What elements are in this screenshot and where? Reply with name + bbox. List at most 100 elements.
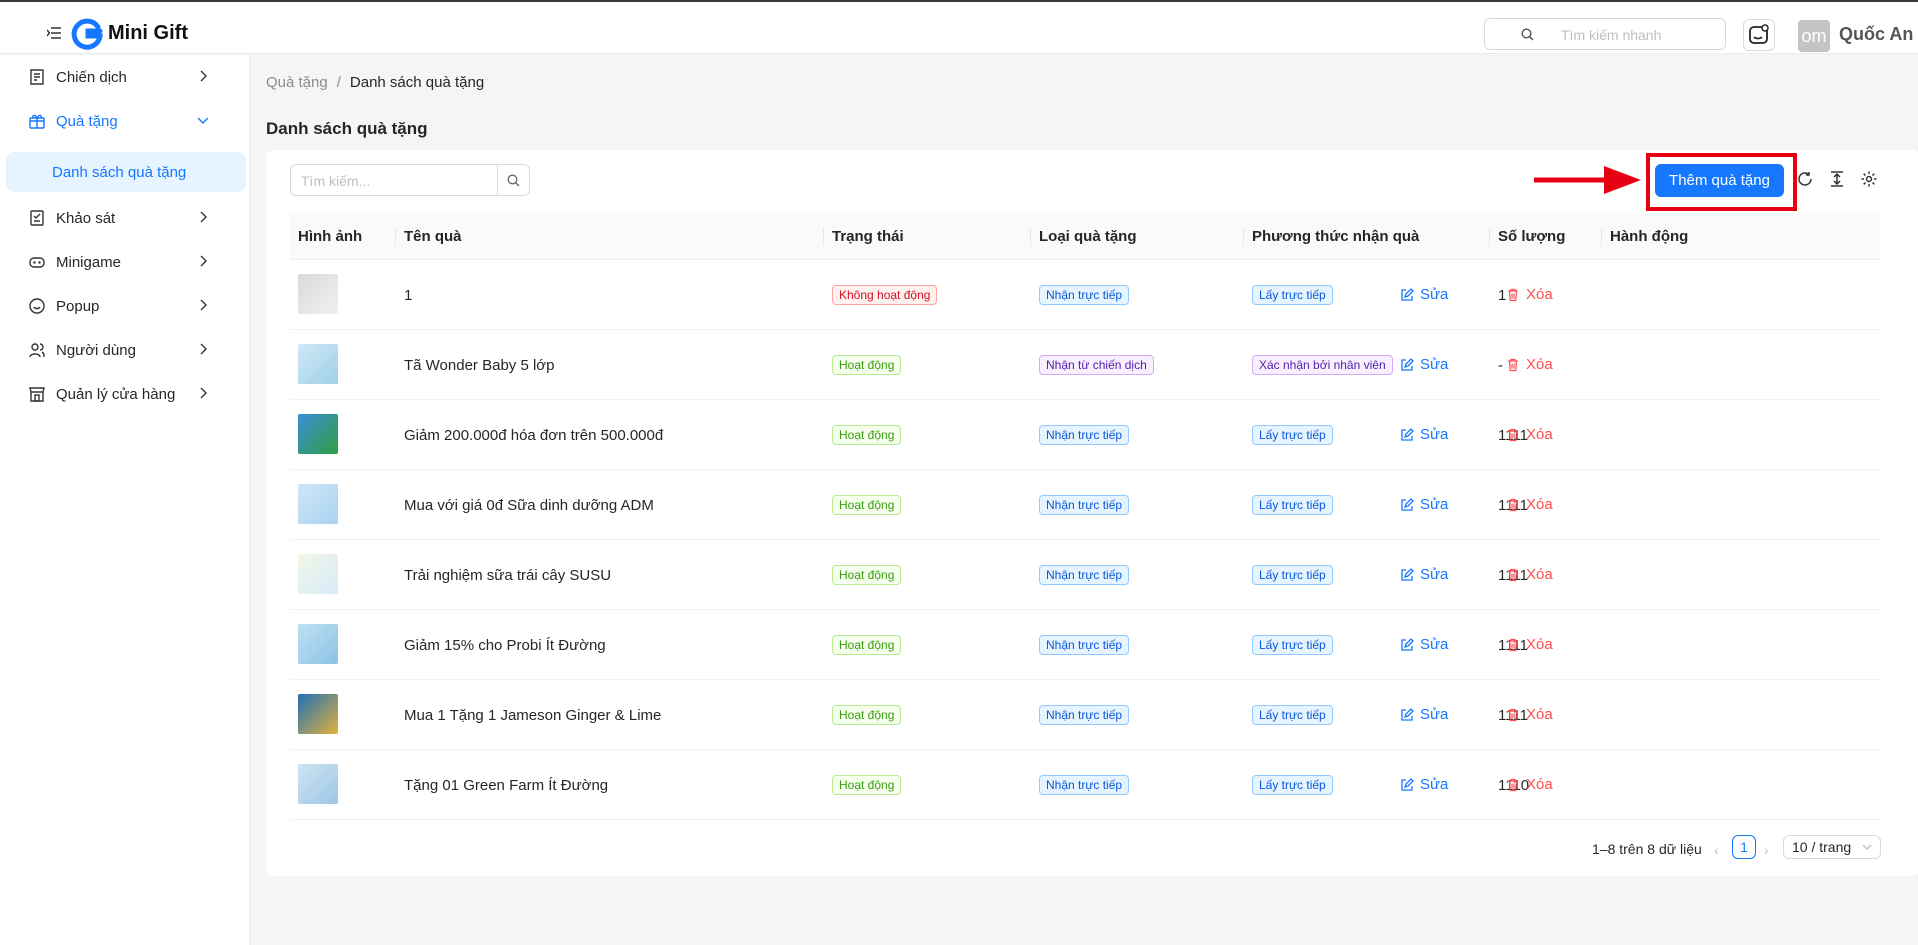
- edit-button[interactable]: Sửa: [1400, 496, 1448, 513]
- breadcrumb-parent-link[interactable]: Quà tặng: [266, 74, 328, 91]
- sidebar-item-minigame[interactable]: Minigame: [0, 240, 250, 284]
- table-row: Mua 1 Tặng 1 Jameson Ginger & Lime Hoạt đ…: [290, 680, 1880, 750]
- user-name[interactable]: Quốc An: [1839, 24, 1913, 45]
- prev-page-icon[interactable]: ‹: [1714, 842, 1719, 858]
- game-icon: [29, 257, 45, 268]
- add-gift-button[interactable]: Thêm quà tặng: [1655, 164, 1784, 197]
- chevron-right-icon: [200, 70, 207, 82]
- edit-icon: [1401, 427, 1414, 441]
- edit-icon: [1401, 707, 1414, 721]
- edit-button[interactable]: Sửa: [1400, 566, 1448, 583]
- gift-thumbnail: [298, 344, 338, 384]
- gift-thumbnail: [298, 764, 338, 804]
- red-arrow-annotation: [1534, 166, 1641, 194]
- edit-button[interactable]: Sửa: [1400, 356, 1448, 373]
- edit-button[interactable]: Sửa: [1400, 706, 1448, 723]
- sidebar-item-popup[interactable]: Popup: [0, 284, 250, 328]
- quick-search-input[interactable]: [1561, 25, 1716, 45]
- receive-method-badge: Lấy trực tiếp: [1252, 565, 1333, 585]
- edit-label: Sửa: [1420, 426, 1449, 443]
- delete-label: Xóa: [1526, 706, 1553, 723]
- status-badge: Hoạt động: [832, 495, 902, 515]
- sidebar-item-gifts[interactable]: Quà tặng: [0, 99, 250, 143]
- gift-thumbnail: [298, 484, 338, 524]
- sidebar-subitem-label: Danh sách quà tặng: [52, 164, 187, 181]
- chevron-down-icon: [197, 117, 209, 124]
- chat-button[interactable]: [1743, 19, 1775, 51]
- sidebar-item-label: Quản lý cửa hàng: [56, 386, 176, 403]
- edit-button[interactable]: Sửa: [1400, 776, 1448, 793]
- table-row: Tã Wonder Baby 5 lớp Hoạt động Nhận từ chi…: [290, 330, 1880, 400]
- chevron-right-icon: [200, 299, 207, 311]
- delete-label: Xóa: [1526, 636, 1553, 653]
- page-1-button[interactable]: 1: [1732, 835, 1756, 859]
- breadcrumb-separator: /: [336, 74, 341, 91]
- edit-button[interactable]: Sửa: [1400, 636, 1448, 653]
- page-size-select[interactable]: 10 / trang: [1783, 835, 1881, 859]
- gift-name: Giảm 200.000đ hóa đơn trên 500.000đ: [404, 427, 664, 444]
- status-badge: Không hoạt động: [832, 285, 938, 305]
- sidebar-item-campaign[interactable]: Chiến dịch: [0, 55, 250, 99]
- delete-button[interactable]: Xóa: [1506, 636, 1553, 653]
- edit-button[interactable]: Sửa: [1400, 426, 1448, 443]
- delete-button[interactable]: Xóa: [1506, 706, 1553, 723]
- sidebar-item-survey[interactable]: Khảo sát: [0, 196, 250, 240]
- gift-name: Giảm 15% cho Probi Ít Đường: [404, 637, 606, 654]
- column-height-icon[interactable]: [1828, 170, 1846, 188]
- trash-icon: [1508, 778, 1518, 791]
- edit-icon: [1401, 567, 1414, 581]
- edit-icon: [1401, 777, 1414, 791]
- edit-label: Sửa: [1420, 496, 1449, 513]
- receive-method-badge: Lấy trực tiếp: [1252, 425, 1333, 445]
- delete-button[interactable]: Xóa: [1506, 426, 1553, 443]
- receive-method-badge: Xác nhận bởi nhân viên: [1252, 355, 1393, 375]
- delete-button[interactable]: Xóa: [1506, 776, 1553, 793]
- delete-button[interactable]: Xóa: [1506, 496, 1553, 513]
- delete-button[interactable]: Xóa: [1506, 566, 1553, 583]
- app-name: Mini Gift: [108, 22, 188, 44]
- table-search-box[interactable]: [290, 164, 530, 196]
- delete-label: Xóa: [1526, 356, 1553, 373]
- gift-type-badge: Nhận trực tiếp: [1039, 495, 1130, 515]
- column-header-image: Hình ảnh: [298, 228, 363, 245]
- receive-method-badge: Lấy trực tiếp: [1252, 285, 1333, 305]
- edit-icon: [1401, 287, 1414, 301]
- gift-list-card: Thêm quà tặng Hình ảnh Tên quà Trạng thá…: [266, 150, 1918, 876]
- gift-thumbnail: [298, 694, 338, 734]
- receive-method-badge: Lấy trực tiếp: [1252, 495, 1333, 515]
- gear-icon[interactable]: [1860, 170, 1878, 188]
- delete-button[interactable]: Xóa: [1506, 356, 1553, 373]
- sidebar-item-label: Chiến dịch: [56, 69, 127, 86]
- delete-button[interactable]: Xóa: [1506, 286, 1553, 303]
- delete-label: Xóa: [1526, 286, 1553, 303]
- gift-quantity: -: [1498, 357, 1503, 374]
- trash-icon: [1508, 288, 1518, 301]
- status-badge: Hoạt động: [832, 355, 902, 375]
- users-icon: [29, 343, 45, 358]
- gift-type-badge: Nhận trực tiếp: [1039, 635, 1130, 655]
- sidebar-item-store-management[interactable]: Quản lý cửa hàng: [0, 372, 250, 416]
- next-page-icon[interactable]: ›: [1764, 842, 1769, 858]
- sidebar-item-label: Minigame: [56, 254, 122, 271]
- column-header-type: Loại quà tặng: [1030, 228, 1137, 246]
- trash-icon: [1508, 358, 1518, 371]
- sidebar-subitem-gift-list[interactable]: Danh sách quà tặng: [6, 152, 246, 192]
- status-badge: Hoạt động: [832, 705, 902, 725]
- quick-search-box[interactable]: [1484, 18, 1726, 50]
- table-row: Mua với giá 0đ Sữa dinh dưỡng ADM Hoạt độ…: [290, 470, 1880, 540]
- edit-icon: [1401, 357, 1414, 371]
- trash-icon: [1508, 638, 1518, 651]
- menu-toggle-icon[interactable]: [47, 27, 61, 39]
- chevron-right-icon: [200, 255, 207, 267]
- avatar[interactable]: om: [1798, 20, 1830, 52]
- sidebar-item-users[interactable]: Người dùng: [0, 328, 250, 372]
- refresh-icon[interactable]: [1796, 170, 1814, 188]
- status-badge: Hoạt động: [832, 565, 902, 585]
- table-search-button[interactable]: [497, 165, 529, 195]
- table-search-input[interactable]: [301, 171, 491, 191]
- breadcrumb-current: Danh sách quà tặng: [349, 74, 485, 91]
- gift-type-badge: Nhận trực tiếp: [1039, 285, 1130, 305]
- gift-name: Tặng 01 Green Farm Ít Đường: [404, 777, 609, 794]
- edit-button[interactable]: Sửa: [1400, 286, 1448, 303]
- column-header-quantity: Số lượng: [1488, 228, 1566, 246]
